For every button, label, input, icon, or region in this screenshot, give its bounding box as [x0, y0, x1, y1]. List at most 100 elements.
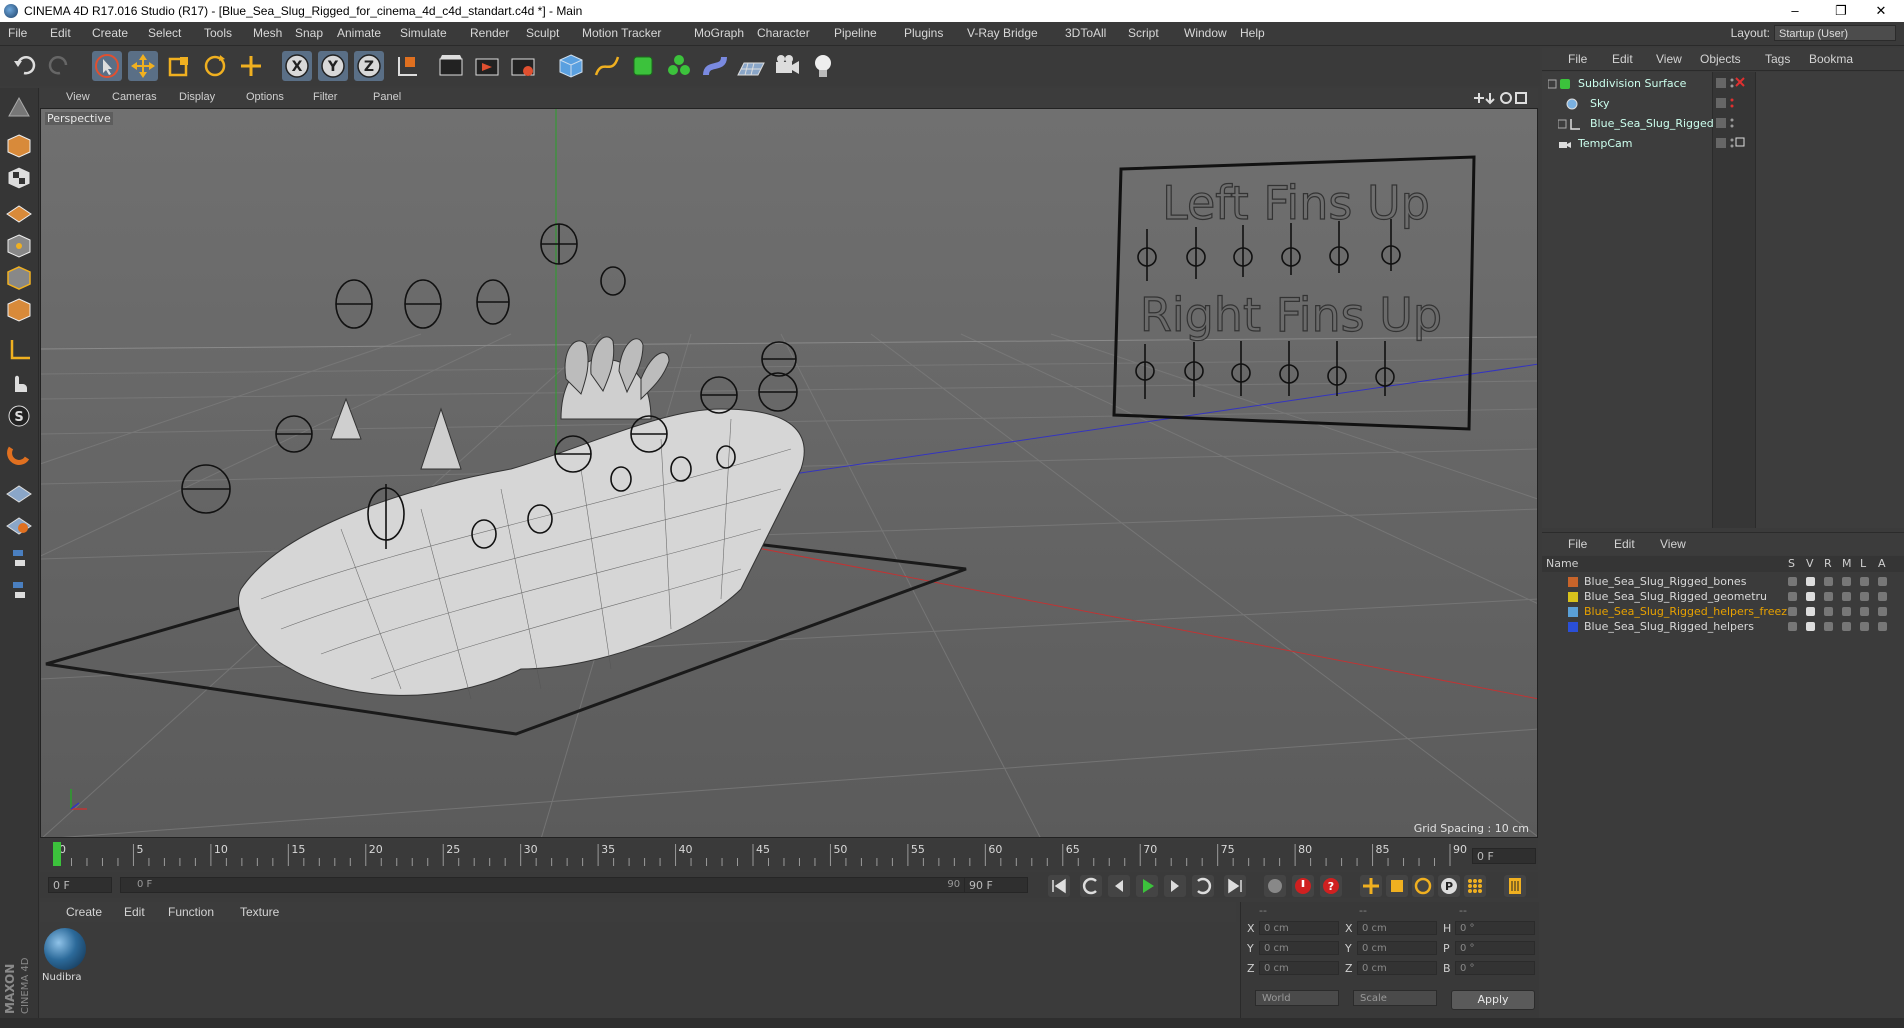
material-name[interactable]: Nudibra	[42, 972, 82, 983]
layer-col-render[interactable]: R	[1824, 557, 1832, 570]
layer-toggle-icon[interactable]	[1788, 622, 1797, 631]
layer-row[interactable]: Blue_Sea_Slug_Rigged_geometru	[1542, 589, 1904, 604]
render-settings-icon[interactable]	[508, 51, 538, 81]
rot-h-field[interactable]: 0 °	[1455, 921, 1535, 935]
make-editable-icon[interactable]	[5, 94, 33, 122]
edges-mode-icon[interactable]	[5, 264, 33, 292]
menu-mesh[interactable]: Mesh	[253, 26, 282, 40]
viewport-navigation-icons[interactable]	[1472, 91, 1532, 105]
previous-frame-icon[interactable]	[1108, 875, 1130, 897]
pos-x-field[interactable]: 0 cm	[1259, 921, 1339, 935]
size-y-field[interactable]: 0 cm	[1357, 941, 1437, 955]
render-to-picture-viewer-icon[interactable]	[472, 51, 502, 81]
polygons-mode-icon[interactable]	[5, 296, 33, 324]
light-icon[interactable]	[808, 51, 838, 81]
go-to-start-icon[interactable]	[1048, 875, 1070, 897]
pos-y-field[interactable]: 0 cm	[1259, 941, 1339, 955]
layer-toggle-icon[interactable]	[1824, 592, 1833, 601]
menu-pipeline[interactable]: Pipeline	[834, 26, 877, 40]
menu-plugins[interactable]: Plugins	[904, 26, 943, 40]
menu-snap[interactable]: Snap	[295, 26, 323, 40]
object-menu-objects[interactable]: Objects	[1700, 52, 1741, 66]
locked-workplane-icon[interactable]	[5, 510, 33, 538]
object-menu-file[interactable]: File	[1568, 52, 1587, 66]
z-axis-lock-icon[interactable]: Z	[354, 51, 384, 81]
menu-script[interactable]: Script	[1128, 26, 1159, 40]
viewport-menu-filter[interactable]: Filter	[313, 91, 337, 103]
layer-toggle-icon[interactable]	[1860, 577, 1869, 586]
live-selection-icon[interactable]	[92, 51, 122, 81]
key-point-level-icon[interactable]	[1464, 875, 1486, 897]
object-menu-tags[interactable]: Tags	[1765, 52, 1790, 66]
key-position-icon[interactable]	[1360, 875, 1382, 897]
material-thumbnail[interactable]	[44, 928, 86, 970]
size-mode-dropdown[interactable]: Scale	[1353, 990, 1437, 1006]
timeline-window-icon[interactable]	[1504, 875, 1526, 897]
previous-key-icon[interactable]	[1080, 875, 1102, 897]
y-axis-lock-icon[interactable]: Y	[318, 51, 348, 81]
menu-tools[interactable]: Tools	[204, 26, 232, 40]
layer-col-solo[interactable]: S	[1788, 557, 1795, 570]
layer-col-name[interactable]: Name	[1546, 557, 1578, 570]
layer-toggle-icon[interactable]	[1824, 622, 1833, 631]
end-frame-field[interactable]: 90 F	[964, 877, 1028, 893]
move-tool-icon[interactable]	[128, 51, 158, 81]
layer-color-swatch[interactable]	[1568, 622, 1578, 632]
model-mode-icon[interactable]	[5, 132, 33, 160]
object-menu-edit[interactable]: Edit	[1612, 52, 1633, 66]
layer-toggle-icon[interactable]	[1860, 622, 1869, 631]
viewport-menu-cameras[interactable]: Cameras	[112, 91, 157, 103]
menu-select[interactable]: Select	[148, 26, 181, 40]
viewport-menu-display[interactable]: Display	[179, 91, 215, 103]
pos-z-field[interactable]: 0 cm	[1259, 961, 1339, 975]
menu-simulate[interactable]: Simulate	[400, 26, 447, 40]
layer-toggle-icon[interactable]	[1860, 592, 1869, 601]
layer-toggle-icon[interactable]	[1806, 622, 1815, 631]
layer-col-manager[interactable]: M	[1842, 557, 1852, 570]
rot-p-field[interactable]: 0 °	[1455, 941, 1535, 955]
menu-3dtoall[interactable]: 3DToAll	[1065, 26, 1106, 40]
menu-create[interactable]: Create	[92, 26, 128, 40]
layer-col-animation[interactable]: A	[1878, 557, 1886, 570]
axis-mode-icon[interactable]	[5, 336, 33, 364]
camera-icon[interactable]	[772, 51, 802, 81]
autokeying-icon[interactable]: ?	[1320, 875, 1342, 897]
menu-window[interactable]: Window	[1184, 26, 1227, 40]
timeline-playhead[interactable]	[53, 842, 61, 866]
material-menu-function[interactable]: Function	[168, 905, 214, 919]
motion-record-icon[interactable]	[1264, 875, 1286, 897]
coordinate-system-icon[interactable]	[392, 51, 422, 81]
object-visibility-toggles[interactable]	[1714, 74, 1754, 156]
cube-primitive-icon[interactable]	[556, 51, 586, 81]
layer-menu-view[interactable]: View	[1660, 537, 1686, 551]
python-script-icon[interactable]	[5, 544, 33, 572]
layer-row[interactable]: Blue_Sea_Slug_Rigged_helpers_freez	[1542, 604, 1904, 619]
rotate-tool-icon[interactable]	[200, 51, 230, 81]
layer-row[interactable]: Blue_Sea_Slug_Rigged_helpers	[1542, 619, 1904, 634]
layer-col-locked[interactable]: L	[1860, 557, 1866, 570]
menu-edit[interactable]: Edit	[50, 26, 71, 40]
size-x-field[interactable]: 0 cm	[1357, 921, 1437, 935]
layer-toggle-icon[interactable]	[1806, 592, 1815, 601]
viewport-menu-view[interactable]: View	[66, 91, 90, 103]
menu-animate[interactable]: Animate	[337, 26, 381, 40]
apply-button[interactable]: Apply	[1451, 990, 1535, 1010]
layer-toggle-icon[interactable]	[1842, 622, 1851, 631]
layer-toggle-icon[interactable]	[1878, 577, 1887, 586]
layer-color-swatch[interactable]	[1568, 592, 1578, 602]
solo-mode-icon[interactable]: S	[5, 402, 33, 430]
layer-row[interactable]: Blue_Sea_Slug_Rigged_bones	[1542, 574, 1904, 589]
menu-file[interactable]: File	[8, 26, 27, 40]
deformer-icon[interactable]	[700, 51, 730, 81]
workplane-icon[interactable]	[5, 478, 33, 506]
menu-v-ray-bridge[interactable]: V-Ray Bridge	[967, 26, 1038, 40]
floor-object-icon[interactable]	[736, 51, 766, 81]
layer-toggle-icon[interactable]	[1824, 607, 1833, 616]
layer-toggle-icon[interactable]	[1842, 577, 1851, 586]
viewport-menu-options[interactable]: Options	[246, 91, 284, 103]
viewport-camera-label[interactable]: Perspective	[45, 112, 113, 125]
menu-mograph[interactable]: MoGraph	[694, 26, 744, 40]
layer-menu-file[interactable]: File	[1568, 537, 1587, 551]
workplane-mode-icon[interactable]	[5, 196, 33, 224]
layer-toggle-icon[interactable]	[1788, 607, 1797, 616]
